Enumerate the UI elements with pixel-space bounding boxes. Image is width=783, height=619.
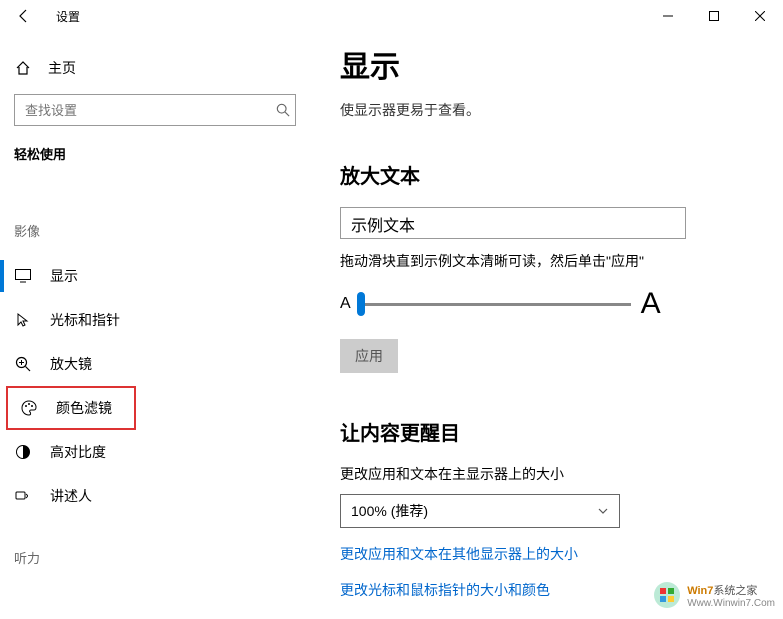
sidebar-item-display[interactable]: 显示 <box>0 254 310 298</box>
scale-dropdown[interactable]: 100% (推荐) <box>340 494 620 528</box>
sidebar-item-magnifier[interactable]: 放大镜 <box>0 342 310 386</box>
big-a-icon: A <box>641 287 661 321</box>
sample-text-box: 示例文本 <box>340 207 686 239</box>
search-icon[interactable] <box>276 103 290 117</box>
narrator-icon <box>14 488 32 504</box>
sidebar-item-high-contrast[interactable]: 高对比度 <box>0 430 310 474</box>
titlebar: 设置 <box>0 0 783 32</box>
palette-icon <box>20 400 38 416</box>
slider-hint: 拖动滑块直到示例文本清晰可读，然后单击"应用" <box>340 251 753 271</box>
sidebar-item-label: 高对比度 <box>50 442 106 462</box>
text-size-slider[interactable] <box>361 303 631 306</box>
home-label: 主页 <box>48 58 76 78</box>
sidebar: 主页 轻松使用 影像 显示 光标和指针 放大镜 颜色滤 <box>0 32 310 619</box>
page-title: 显示 <box>340 42 753 86</box>
sidebar-item-narrator[interactable]: 讲述人 <box>0 474 310 518</box>
home-icon <box>14 60 32 76</box>
sidebar-item-label: 颜色滤镜 <box>56 398 112 418</box>
dropdown-value: 100% (推荐) <box>351 501 428 521</box>
category-hearing-label: 听力 <box>0 548 310 581</box>
page-description: 使显示器更易于查看。 <box>340 100 753 120</box>
back-button[interactable] <box>0 0 48 32</box>
close-button[interactable] <box>737 0 783 32</box>
minimize-button[interactable] <box>645 0 691 32</box>
watermark-suffix: 系统之家 <box>713 585 757 597</box>
contrast-icon <box>14 444 32 460</box>
section-label: 轻松使用 <box>0 144 310 181</box>
small-a-icon: A <box>340 295 351 313</box>
apply-button[interactable]: 应用 <box>340 339 398 373</box>
scale-label: 更改应用和文本在主显示器上的大小 <box>340 464 753 484</box>
chevron-down-icon <box>597 505 609 517</box>
watermark-brand: Win7 <box>687 585 713 597</box>
sidebar-item-label: 光标和指针 <box>50 310 120 330</box>
category-vision-label: 影像 <box>0 221 310 254</box>
sidebar-item-label: 放大镜 <box>50 354 92 374</box>
section-bigger: 让内容更醒目 <box>340 417 753 446</box>
content-area: 显示 使显示器更易于查看。 放大文本 示例文本 拖动滑块直到示例文本清晰可读，然… <box>310 32 783 619</box>
maximize-button[interactable] <box>691 0 737 32</box>
search-input[interactable] <box>14 94 296 126</box>
link-other-displays[interactable]: 更改应用和文本在其他显示器上的大小 <box>340 544 753 564</box>
section-enlarge-text: 放大文本 <box>340 160 753 189</box>
cursor-icon <box>14 312 32 328</box>
watermark: Win7系统之家 Www.Winwin7.Com <box>651 579 775 611</box>
window-controls <box>645 0 783 32</box>
watermark-logo-icon <box>651 579 683 611</box>
app-title: 设置 <box>56 8 80 25</box>
watermark-url: Www.Winwin7.Com <box>687 598 775 609</box>
home-nav[interactable]: 主页 <box>0 48 310 88</box>
slider-thumb[interactable] <box>357 292 365 316</box>
sidebar-item-color-filters[interactable]: 颜色滤镜 <box>6 386 136 430</box>
sidebar-item-label: 显示 <box>50 266 78 286</box>
sidebar-item-cursor[interactable]: 光标和指针 <box>0 298 310 342</box>
magnifier-icon <box>14 356 32 372</box>
sidebar-item-label: 讲述人 <box>50 486 92 506</box>
monitor-icon <box>14 269 32 283</box>
